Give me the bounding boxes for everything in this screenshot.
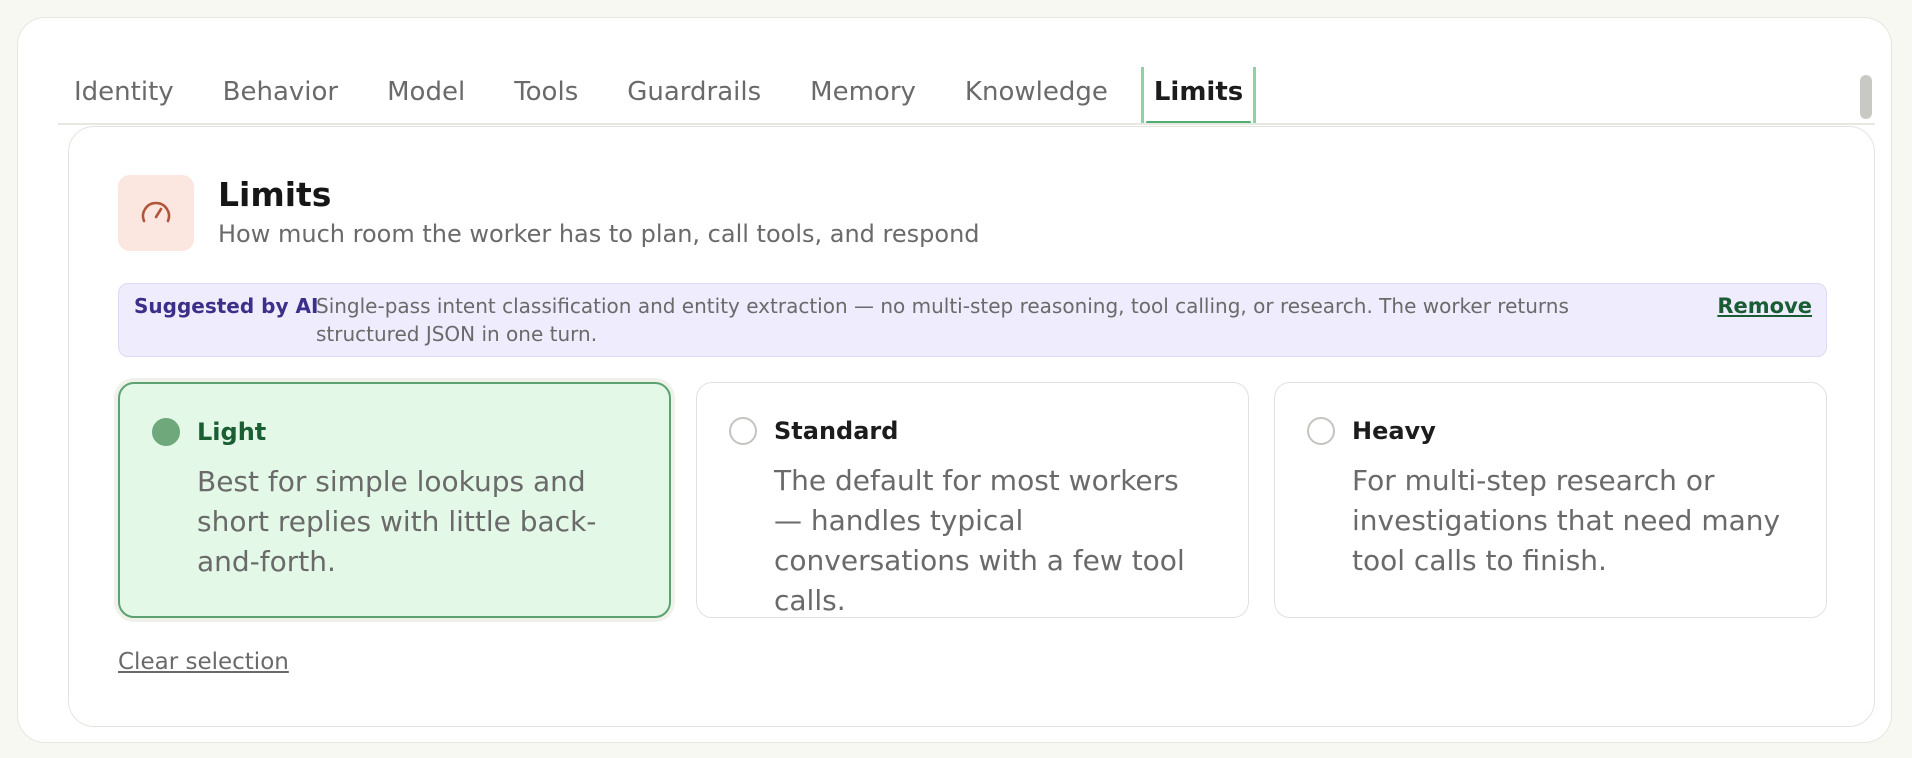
tab-bar: Identity Behavior Model Tools Guardrails… bbox=[58, 67, 1273, 124]
option-title: Standard bbox=[774, 417, 899, 445]
scrollbar-thumb[interactable] bbox=[1860, 75, 1872, 119]
tab-guardrails[interactable]: Guardrails bbox=[611, 67, 777, 124]
ai-suggestion-text: Single-pass intent classification and en… bbox=[316, 294, 1569, 346]
option-description: For multi-step research or investigation… bbox=[1352, 464, 1781, 577]
tab-model[interactable]: Model bbox=[371, 67, 481, 124]
tab-memory[interactable]: Memory bbox=[794, 67, 932, 124]
radio-heavy[interactable] bbox=[1307, 417, 1335, 445]
tab-limits[interactable]: Limits bbox=[1140, 67, 1257, 124]
tab-bar-divider bbox=[58, 123, 1875, 125]
settings-card: Identity Behavior Model Tools Guardrails… bbox=[17, 17, 1892, 743]
speedometer-icon bbox=[118, 175, 194, 251]
ai-suggestion-banner: Suggested by AI Single-pass intent class… bbox=[118, 283, 1827, 357]
option-title: Light bbox=[197, 418, 267, 446]
tab-knowledge[interactable]: Knowledge bbox=[949, 67, 1124, 124]
option-card-heavy[interactable]: Heavy For multi-step research or investi… bbox=[1274, 382, 1827, 618]
ai-suggestion-tag: Suggested by AI bbox=[134, 294, 319, 318]
tab-behavior[interactable]: Behavior bbox=[207, 67, 354, 124]
radio-light[interactable] bbox=[152, 418, 180, 446]
option-card-standard[interactable]: Standard The default for most workers — … bbox=[696, 382, 1249, 618]
option-description: The default for most workers — handles t… bbox=[774, 464, 1185, 617]
tab-tools[interactable]: Tools bbox=[498, 67, 594, 124]
section-subtitle: How much room the worker has to plan, ca… bbox=[218, 220, 980, 248]
radio-standard[interactable] bbox=[729, 417, 757, 445]
option-card-light[interactable]: Light Best for simple lookups and short … bbox=[118, 382, 671, 618]
section-title: Limits bbox=[218, 175, 332, 214]
remove-suggestion-link[interactable]: Remove bbox=[1717, 292, 1812, 320]
clear-selection-link[interactable]: Clear selection bbox=[118, 646, 289, 678]
tab-identity[interactable]: Identity bbox=[58, 67, 190, 124]
option-title: Heavy bbox=[1352, 417, 1436, 445]
limits-panel: Limits How much room the worker has to p… bbox=[68, 126, 1875, 727]
option-description: Best for simple lookups and short replie… bbox=[197, 465, 597, 578]
